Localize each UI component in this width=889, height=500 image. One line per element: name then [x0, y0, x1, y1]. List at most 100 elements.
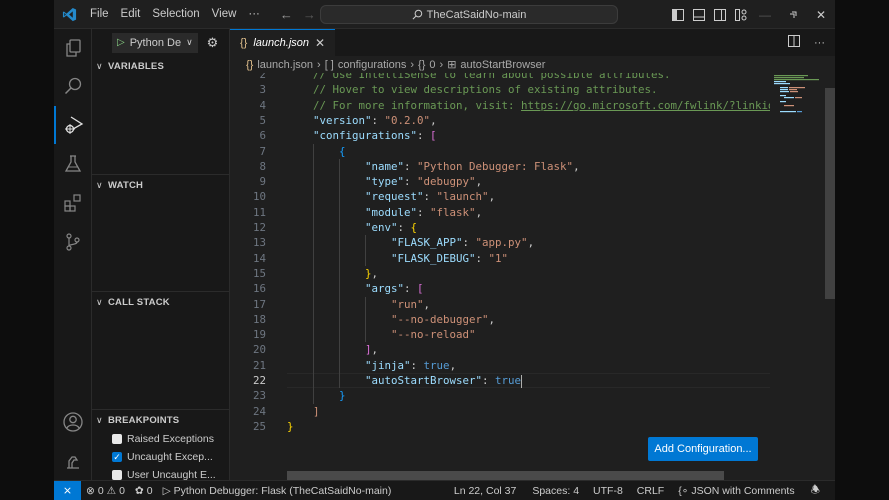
- breakpoint-raised-exceptions[interactable]: Raised Exceptions: [92, 430, 230, 448]
- menu-view[interactable]: View: [206, 8, 243, 20]
- minimize-button[interactable]: —: [751, 0, 779, 29]
- command-center-search[interactable]: TheCatSaidNo-main: [320, 5, 618, 24]
- code-line[interactable]: 11 "module": "flask",: [230, 205, 770, 220]
- menu-more[interactable]: ···: [242, 8, 266, 20]
- breadcrumb-autostartbrowser[interactable]: autoStartBrowser: [460, 59, 545, 71]
- add-configuration-button[interactable]: Add Configuration...: [648, 437, 758, 461]
- code-line[interactable]: 6 "configurations": [: [230, 128, 770, 143]
- encoding[interactable]: UTF-8: [588, 485, 628, 497]
- python-environments-icon[interactable]: [54, 442, 92, 480]
- watch-title: WATCH: [108, 179, 144, 191]
- checkbox-checked[interactable]: ✓: [112, 452, 122, 462]
- warning-count: 0: [119, 484, 125, 497]
- menu-selection[interactable]: Selection: [146, 8, 205, 20]
- remote-indicator-icon[interactable]: ⨯: [54, 480, 81, 500]
- horizontal-scrollbar[interactable]: [287, 471, 724, 480]
- code-line[interactable]: 9 "type": "debugpy",: [230, 174, 770, 189]
- gear-icon[interactable]: ⚙: [207, 35, 219, 51]
- line-number: 16: [252, 282, 266, 296]
- testing-flask-icon[interactable]: [54, 145, 92, 183]
- more-actions-icon[interactable]: ···: [814, 37, 825, 49]
- breakpoint-label: Raised Exceptions: [127, 433, 214, 445]
- toggle-secondary-sidebar-icon[interactable]: [709, 0, 730, 29]
- close-tab-icon[interactable]: ✕: [315, 36, 325, 50]
- search-icon[interactable]: [54, 67, 92, 105]
- close-window-button[interactable]: ✕: [807, 0, 835, 29]
- code-line[interactable]: 8 "name": "Python Debugger: Flask",: [230, 159, 770, 174]
- extensions-icon[interactable]: [54, 184, 92, 222]
- back-arrow-icon[interactable]: ←: [280, 7, 293, 22]
- toggle-primary-sidebar-icon[interactable]: [667, 0, 688, 29]
- code-line[interactable]: 14 "FLASK_DEBUG": "1": [230, 251, 770, 266]
- code-line[interactable]: 19 "--no-reload": [230, 327, 770, 342]
- code-line[interactable]: 17 "run",: [230, 297, 770, 312]
- variables-header[interactable]: ∨ VARIABLES: [92, 56, 230, 76]
- code-line[interactable]: 20 ],: [230, 342, 770, 357]
- code-line[interactable]: 24 ]: [230, 404, 770, 419]
- breadcrumb-file[interactable]: launch.json: [257, 59, 313, 71]
- code-line[interactable]: 7 {: [230, 144, 770, 159]
- problems-status[interactable]: ⊗ 0 ⚠ 0: [81, 485, 130, 497]
- breadcrumb-index[interactable]: 0: [429, 59, 435, 71]
- text-cursor: [521, 374, 523, 388]
- split-editor-icon[interactable]: [788, 35, 800, 50]
- activity-bar: [54, 29, 92, 480]
- watch-header[interactable]: ∨ WATCH: [92, 175, 230, 195]
- code-line[interactable]: 21 "jinja": true,: [230, 358, 770, 373]
- minimap[interactable]: [770, 73, 825, 480]
- language-mode[interactable]: {∘ JSON with Comments: [673, 485, 799, 497]
- code-text: }: [339, 389, 346, 403]
- call-stack-header[interactable]: ∨ CALL STACK: [92, 292, 230, 312]
- ports-status[interactable]: ✿ 0: [130, 485, 158, 497]
- code-line[interactable]: 4 // For more information, visit: https:…: [230, 98, 770, 113]
- run-configuration-dropdown[interactable]: ▷ Python De ∨: [112, 32, 198, 53]
- code-line[interactable]: 2 // Use IntelliSense to learn about pos…: [230, 73, 770, 82]
- json-file-icon: {}: [240, 37, 248, 49]
- debug-config-label: Python Debugger: Flask (TheCatSaidNo-mai…: [173, 484, 392, 497]
- code-line[interactable]: 16 "args": [: [230, 281, 770, 296]
- restore-button[interactable]: [779, 0, 807, 29]
- breadcrumb-separator-icon: ›: [317, 58, 321, 71]
- cursor-position[interactable]: Ln 22, Col 37: [449, 485, 521, 497]
- run-and-debug-icon[interactable]: [54, 106, 92, 144]
- source-control-icon[interactable]: [54, 223, 92, 261]
- code-line[interactable]: 22 "autoStartBrowser": true: [230, 373, 770, 388]
- command-center-text: TheCatSaidNo-main: [426, 8, 527, 21]
- start-debugging-play-icon[interactable]: ▷: [117, 37, 125, 48]
- code-line[interactable]: 18 "--no-debugger",: [230, 312, 770, 327]
- checkbox-unchecked[interactable]: [112, 434, 122, 444]
- code-editor[interactable]: 2 // Use IntelliSense to learn about pos…: [230, 73, 770, 473]
- breadcrumb-configurations[interactable]: configurations: [338, 59, 407, 71]
- braces-icon: {∘: [678, 484, 689, 497]
- forward-arrow-icon[interactable]: →: [303, 7, 316, 22]
- accounts-icon[interactable]: [54, 403, 92, 441]
- toggle-panel-icon[interactable]: [688, 0, 709, 29]
- breakpoint-label: Uncaught Excep...: [127, 451, 213, 463]
- code-line[interactable]: 13 "FLASK_APP": "app.py",: [230, 235, 770, 250]
- menu-edit[interactable]: Edit: [115, 8, 147, 20]
- code-line[interactable]: 10 "request": "launch",: [230, 189, 770, 204]
- end-of-line[interactable]: CRLF: [632, 485, 669, 497]
- debug-config-status[interactable]: ▷ Python Debugger: Flask (TheCatSaidNo-m…: [158, 485, 397, 497]
- vertical-scrollbar[interactable]: [825, 88, 835, 299]
- title-bar: File Edit Selection View ··· ← → TheCatS…: [54, 0, 835, 29]
- notifications-bell-icon[interactable]: 🕭: [806, 482, 825, 500]
- customize-layout-icon[interactable]: [730, 0, 751, 29]
- checkbox-unchecked[interactable]: [112, 470, 122, 480]
- code-line[interactable]: 5 "version": "0.2.0",: [230, 113, 770, 128]
- watch-section: ∨ WATCH: [92, 174, 230, 195]
- code-line[interactable]: 25}: [230, 419, 770, 434]
- breakpoints-header[interactable]: ∨ BREAKPOINTS: [92, 410, 230, 430]
- explorer-icon[interactable]: [54, 29, 92, 67]
- breakpoint-uncaught-exceptions[interactable]: ✓ Uncaught Excep...: [92, 448, 230, 466]
- line-number: 19: [252, 328, 266, 342]
- indentation[interactable]: Spaces: 4: [527, 485, 584, 497]
- code-line[interactable]: 12 "env": {: [230, 220, 770, 235]
- tab-launch-json[interactable]: {} launch.json ✕: [230, 29, 336, 56]
- code-line[interactable]: 3 // Hover to view descriptions of exist…: [230, 82, 770, 97]
- menu-file[interactable]: File: [84, 8, 115, 20]
- search-icon: [412, 9, 422, 20]
- language-label: JSON with Comments: [691, 484, 795, 497]
- code-line[interactable]: 15 },: [230, 266, 770, 281]
- code-line[interactable]: 23 }: [230, 388, 770, 403]
